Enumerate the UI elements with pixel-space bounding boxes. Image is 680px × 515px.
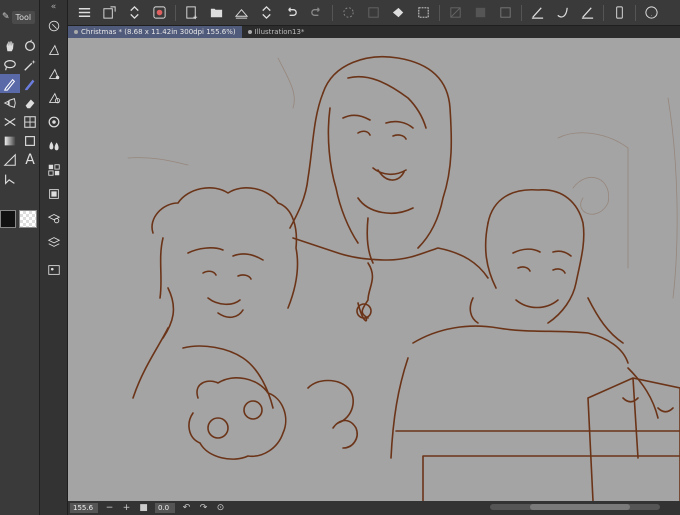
- zoom-field[interactable]: 155.6: [70, 503, 98, 513]
- sub-tool-icon[interactable]: [40, 38, 68, 62]
- correct-icon[interactable]: [550, 1, 575, 25]
- transparent-color-swatch[interactable]: [19, 210, 37, 228]
- tool-palette: ✎ Tool A: [0, 0, 40, 515]
- save-icon[interactable]: [229, 1, 254, 25]
- new-icon[interactable]: [97, 1, 122, 25]
- zoom-out-icon[interactable]: −: [104, 503, 115, 513]
- frame-icon[interactable]: [20, 112, 40, 131]
- pencil-icon[interactable]: [20, 74, 40, 93]
- correct-line-icon[interactable]: [0, 169, 20, 188]
- tab-christmas[interactable]: Christmas * (8.68 x 11.42in 300dpi 155.6…: [68, 26, 242, 38]
- navigator-icon[interactable]: [40, 14, 68, 38]
- brush-icon[interactable]: [575, 1, 600, 25]
- ruler-icon[interactable]: [0, 150, 20, 169]
- layer-icon[interactable]: [40, 230, 68, 254]
- menu-icon[interactable]: [72, 1, 97, 25]
- help-icon[interactable]: [639, 1, 664, 25]
- hide-selection-icon[interactable]: [443, 1, 468, 25]
- layer-search-icon[interactable]: [40, 206, 68, 230]
- tab-dot-icon: [74, 30, 78, 34]
- fill-selection-icon[interactable]: [493, 1, 518, 25]
- color-set-icon[interactable]: [40, 134, 68, 158]
- layer-clear-icon[interactable]: [361, 1, 386, 25]
- tab-label: Christmas * (8.68 x 11.42in 300dpi 155.6…: [81, 28, 236, 36]
- airbrush-icon[interactable]: [0, 93, 20, 112]
- zoom-in-icon[interactable]: +: [121, 503, 132, 513]
- tool-grid: A: [0, 34, 39, 188]
- clear-outside-icon[interactable]: [468, 1, 493, 25]
- new-canvas-icon[interactable]: [179, 1, 204, 25]
- rotation-field[interactable]: 0.0: [155, 503, 175, 513]
- brush-size-icon[interactable]: [40, 86, 68, 110]
- clip-studio-icon[interactable]: [147, 1, 172, 25]
- rotate-right-icon[interactable]: ↷: [198, 503, 209, 513]
- smartphone-icon[interactable]: [607, 1, 632, 25]
- stop-icon[interactable]: ■: [138, 503, 149, 513]
- shape-icon[interactable]: [20, 131, 40, 150]
- pen-small-icon: ✎: [2, 12, 10, 22]
- tool-tab[interactable]: Tool: [11, 10, 36, 24]
- eraser-icon[interactable]: [20, 93, 40, 112]
- undo-icon[interactable]: [279, 1, 304, 25]
- folder-open-icon[interactable]: [204, 1, 229, 25]
- color-wheel-icon[interactable]: [40, 110, 68, 134]
- command-column: «: [40, 0, 68, 515]
- transform-icon[interactable]: [411, 1, 436, 25]
- loading-icon[interactable]: [336, 1, 361, 25]
- tab-illustration13[interactable]: Illustration13*: [242, 26, 311, 38]
- pen-icon[interactable]: [0, 74, 20, 93]
- command-bar: [68, 0, 680, 26]
- lasso-icon[interactable]: [0, 55, 20, 74]
- rotate-left-icon[interactable]: ↶: [181, 503, 192, 513]
- scrollbar-thumb[interactable]: [530, 504, 630, 510]
- layer-property-icon[interactable]: [40, 182, 68, 206]
- material-icon[interactable]: [40, 258, 68, 282]
- updown-icon[interactable]: [122, 1, 147, 25]
- gradient-icon[interactable]: [0, 131, 20, 150]
- drawing-canvas[interactable]: [68, 38, 680, 501]
- tool-property-icon[interactable]: [40, 62, 68, 86]
- redo-icon[interactable]: [304, 1, 329, 25]
- magic-wand-icon[interactable]: [20, 55, 40, 74]
- tool-palette-header: ✎ Tool: [0, 0, 39, 34]
- reset-rotation-icon[interactable]: ⊙: [215, 503, 226, 513]
- collapse-arrows-icon[interactable]: «: [40, 0, 67, 14]
- tab-dot-icon: [247, 30, 252, 34]
- clip-studio-window: ✎ Tool A « Christmas * (8.68 x 11.42in 3…: [0, 0, 680, 515]
- rotate-icon[interactable]: [20, 36, 40, 55]
- sketch-artwork: [127, 56, 680, 501]
- document-tabs: Christmas * (8.68 x 11.42in 300dpi 155.6…: [68, 26, 680, 38]
- tab-label: Illustration13*: [254, 28, 305, 36]
- intermediate-color-icon[interactable]: [40, 158, 68, 182]
- fill-icon[interactable]: [386, 1, 411, 25]
- balloon-icon[interactable]: [0, 112, 20, 131]
- save-arrows-icon[interactable]: [254, 1, 279, 25]
- horizontal-scrollbar[interactable]: [490, 504, 660, 510]
- hand-icon[interactable]: [0, 36, 20, 55]
- text-icon[interactable]: A: [20, 150, 40, 169]
- vector-icon[interactable]: [525, 1, 550, 25]
- main-color-swatch[interactable]: [0, 210, 16, 228]
